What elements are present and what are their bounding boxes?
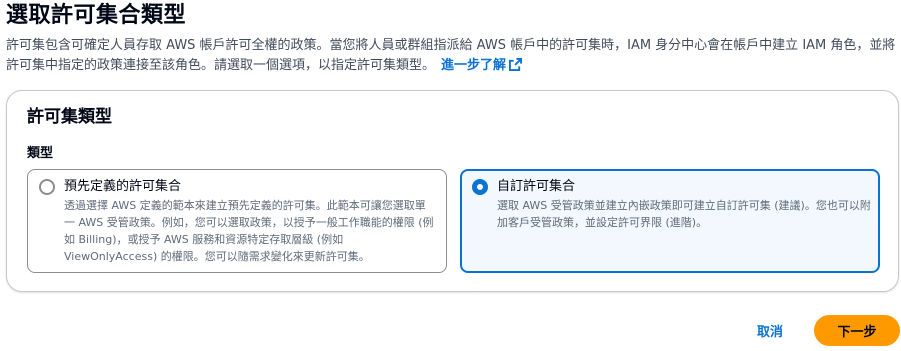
cancel-button[interactable]: 取消 <box>742 316 798 344</box>
next-button[interactable]: 下一步 <box>814 315 900 346</box>
external-link-icon <box>509 58 523 78</box>
custom-option-title: 自訂許可集合 <box>497 179 576 194</box>
learn-more-label: 進一步了解 <box>441 58 507 73</box>
predefined-option-description: 透過選擇 AWS 定義的範本來建立預先定義的許可集。此範本可讓您選取單一 AWS… <box>64 199 434 263</box>
learn-more-link[interactable]: 進一步了解 <box>441 58 523 73</box>
container-title: 許可集類型 <box>27 107 112 127</box>
page-description: 許可集包含可確定人員存取 AWS 帳戶許可全權的政策。當您將人員或群組指派給 A… <box>6 36 896 78</box>
custom-radio-button[interactable] <box>472 179 488 195</box>
type-field-label: 類型 <box>27 146 54 161</box>
permission-set-type-container: 許可集類型 類型 預先定義的許可集合 透過選擇 AWS 定義的範本來建立預先定義… <box>6 90 899 292</box>
page-title: 選取許可集合類型 <box>6 3 187 28</box>
predefined-option-title: 預先定義的許可集合 <box>64 179 182 194</box>
custom-permission-set-tile[interactable]: 自訂許可集合 選取 AWS 受管政策並建立內嵌政策即可建立自訂許可集 (建議)。… <box>460 169 880 273</box>
custom-option-description: 選取 AWS 受管政策並建立內嵌政策即可建立自訂許可集 (建議)。您也可以附加客… <box>497 199 871 229</box>
predefined-permission-set-tile[interactable]: 預先定義的許可集合 透過選擇 AWS 定義的範本來建立預先定義的許可集。此範本可… <box>27 169 447 273</box>
predefined-radio-button[interactable] <box>39 179 55 195</box>
